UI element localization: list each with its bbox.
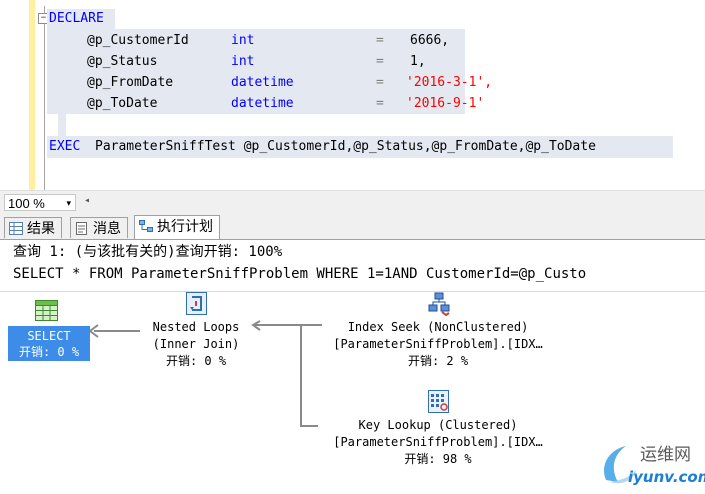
- node-cost: 开销: 0 %: [18, 345, 80, 359]
- nested-loops-node[interactable]: Nested Loops (Inner Join) 开销: 0 %: [140, 319, 252, 369]
- node-cost: 开销: 0 %: [165, 354, 227, 368]
- param-name: @p_ToDate: [87, 96, 158, 111]
- key-lookup-node[interactable]: Key Lookup (Clustered) [ParameterSniffPr…: [318, 417, 558, 467]
- exec-keyword: EXEC: [49, 139, 81, 154]
- node-label: SELECT: [27, 329, 71, 343]
- exec-statement: ParameterSniffTest @p_CustomerId,@p_Stat…: [95, 139, 596, 154]
- param-name: @p_FromDate: [87, 75, 174, 90]
- select-table-icon: [35, 300, 58, 321]
- plan-connector: [300, 326, 302, 427]
- query-editor[interactable]: − DECLARE @p_CustomerId int = 6666, @p_S…: [0, 0, 705, 192]
- equals-sign: =: [376, 96, 384, 111]
- param-value: 6666,: [410, 33, 450, 48]
- plan-connector: [300, 425, 318, 427]
- zoom-value: 100 %: [8, 196, 45, 211]
- key-lookup-icon: [428, 390, 449, 413]
- chevron-down-icon[interactable]: ▾: [66, 195, 71, 212]
- watermark-domain: iyunv.com: [628, 468, 705, 486]
- index-seek-icon: [428, 292, 450, 316]
- change-tracking-margin: [29, 0, 35, 190]
- node-sublabel: (Inner Join): [152, 337, 240, 351]
- equals-sign: =: [376, 54, 384, 69]
- plan-connector: [94, 330, 140, 332]
- tab-label: 执行计划: [157, 218, 213, 234]
- param-type: int: [231, 33, 255, 48]
- zoom-select[interactable]: 100 % ▾: [4, 194, 76, 211]
- param-type: datetime: [231, 75, 294, 90]
- node-label: Key Lookup (Clustered): [358, 418, 518, 432]
- node-sublabel: [ParameterSniffProblem].[IDX…: [333, 337, 543, 351]
- tab-label: 结果: [27, 220, 55, 236]
- param-type: int: [231, 54, 255, 69]
- param-value: 1,: [410, 54, 426, 69]
- nested-loops-icon: [186, 292, 207, 315]
- watermark-logo: 运维网 iyunv.com: [598, 440, 705, 494]
- param-name: @p_CustomerId: [87, 33, 189, 48]
- execution-plan-icon: [139, 220, 153, 232]
- node-cost: 开销: 2 %: [407, 354, 469, 368]
- node-label: Nested Loops: [152, 320, 240, 334]
- equals-sign: =: [376, 75, 384, 90]
- results-tab-bar: 结果 消息 执行计划: [0, 214, 705, 240]
- editor-status-bar: 100 % ▾ ◂: [0, 190, 705, 215]
- tab-results[interactable]: 结果: [4, 217, 62, 238]
- scroll-left-icon[interactable]: ◂: [84, 195, 90, 206]
- param-name: @p_Status: [87, 54, 158, 69]
- select-node[interactable]: SELECT 开销: 0 %: [8, 326, 90, 361]
- divider: [0, 291, 705, 292]
- declare-keyword: DECLARE: [49, 11, 104, 26]
- param-value: '2016-3-1',: [406, 75, 493, 90]
- message-icon: [76, 222, 87, 235]
- node-sublabel: [ParameterSniffProblem].[IDX…: [333, 435, 543, 449]
- index-seek-node[interactable]: Index Seek (NonClustered) [ParameterSnif…: [318, 319, 558, 369]
- tab-execution-plan[interactable]: 执行计划: [134, 215, 220, 239]
- param-value: '2016-9-1': [406, 96, 485, 111]
- param-type: datetime: [231, 96, 294, 111]
- outline-line: [44, 6, 45, 192]
- query-cost-header: 查询 1: (与该批有关的)查询开销: 100%: [13, 244, 283, 260]
- equals-sign: =: [376, 33, 384, 48]
- query-text: SELECT * FROM ParameterSniffProblem WHER…: [13, 266, 587, 282]
- tab-messages[interactable]: 消息: [70, 217, 128, 238]
- grid-icon: [9, 222, 23, 235]
- node-label: Index Seek (NonClustered): [347, 320, 529, 334]
- tab-label: 消息: [93, 220, 121, 236]
- node-cost: 开销: 98 %: [404, 452, 472, 466]
- watermark-text: 运维网: [640, 445, 691, 465]
- selection-highlight: [58, 114, 66, 136]
